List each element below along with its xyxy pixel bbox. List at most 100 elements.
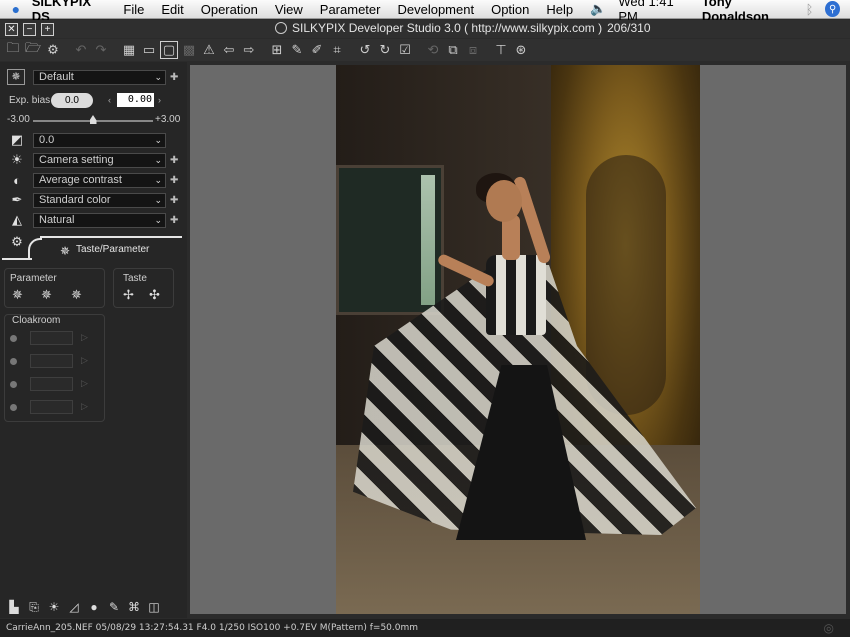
grid-icon[interactable]: ⊞ xyxy=(268,41,286,59)
range-min-label: -3.00 xyxy=(7,114,30,125)
thumbnail-view-icon[interactable]: ▦ xyxy=(120,41,138,59)
histogram-icon[interactable]: ▙ xyxy=(6,600,22,616)
window-title: SILKYPIX Developer Studio 3.0 ( http://w… xyxy=(275,21,651,35)
brush-icon[interactable]: ✎ xyxy=(106,600,122,616)
chevron-down-icon: ⌄ xyxy=(154,194,162,205)
taste-group: Taste ✢ ✣ xyxy=(113,268,174,308)
preset-icon[interactable]: ✵ xyxy=(7,69,25,85)
image-info: CarrieAnn_205.NEF 05/08/29 13:27:54.31 F… xyxy=(6,623,419,633)
cloakroom-slot-3[interactable]: ▷ xyxy=(8,377,98,393)
exp-bias-field[interactable]: 0.00 xyxy=(117,93,154,107)
cloakroom-slot-2[interactable]: ▷ xyxy=(8,354,98,370)
compare-view-icon[interactable]: ▩ xyxy=(180,41,198,59)
gears-icon[interactable]: ⚙ xyxy=(7,234,27,250)
previous-image-icon[interactable]: ⇦ xyxy=(220,41,238,59)
open-file-icon[interactable]: 🗁 xyxy=(24,40,42,59)
paste-parameter-icon[interactable]: ⧉ xyxy=(444,41,462,59)
parameter-icon-2[interactable]: ✵ xyxy=(41,287,52,303)
menu-operation[interactable]: Operation xyxy=(201,2,258,17)
white-balance-dropdown[interactable]: Camera setting ⌄ xyxy=(33,152,166,168)
exp-bias-value[interactable]: 0.0 xyxy=(51,92,93,108)
sharpness-dropdown[interactable]: Natural ⌄ xyxy=(33,212,166,228)
color-value: Standard color xyxy=(39,193,111,206)
white-balance-picker-icon[interactable]: ✐ xyxy=(308,41,326,59)
close-window-button[interactable]: ✕ xyxy=(5,22,18,36)
bluetooth-icon[interactable]: ᛒ xyxy=(806,2,814,17)
undo-icon[interactable]: ↶ xyxy=(72,41,90,59)
cloakroom-slot-4[interactable]: ▷ xyxy=(8,400,98,416)
batch-develop-icon[interactable]: ⊛ xyxy=(512,41,530,59)
sharpness-value: Natural xyxy=(39,213,75,226)
next-image-icon[interactable]: ⇨ xyxy=(240,41,258,59)
open-folder-icon[interactable]: 🗀 xyxy=(4,40,22,59)
toolbar: 🗀 🗁 ⚙ ↶ ↷ ▦ ▭ ▢ ▩ ⚠ ⇦ ⇨ ⊞ ✎ ✐ ⌗ ↺ ↻ ☑ ⟲ … xyxy=(0,39,850,61)
exp-bias-label: Exp. bias xyxy=(9,94,51,106)
exp-bias-increase-icon[interactable]: › xyxy=(158,95,161,105)
bottom-toolbar: ▙ ⎘ ☀ ◿ ● ✎ ⌘ ◫ xyxy=(6,600,162,616)
single-view-icon[interactable]: ▢ xyxy=(160,41,178,59)
exp-bias-slider-thumb[interactable] xyxy=(89,115,97,124)
transform-icon[interactable]: ⌘ xyxy=(126,600,142,616)
apple-menu-icon[interactable]: ● xyxy=(0,1,32,17)
settings-tool-icon[interactable]: ⚙ xyxy=(44,41,62,59)
contrast-adjust-icon[interactable]: ◩ xyxy=(7,132,27,148)
preset-dropdown[interactable]: Default ⌄ xyxy=(33,69,166,85)
lens-icon[interactable]: ◫ xyxy=(146,600,162,616)
exif-icon[interactable]: ⎘ xyxy=(26,600,42,616)
preset-add-icon[interactable]: ✚ xyxy=(170,72,178,83)
white-balance-add-icon[interactable]: ✚ xyxy=(170,155,178,166)
contrast-dropdown[interactable]: 0.0 ⌄ xyxy=(33,132,166,148)
rotate-left-icon[interactable]: ↺ xyxy=(356,41,374,59)
tone-icon[interactable]: ◐ xyxy=(7,173,27,188)
tab-taste-parameter-label: Taste/Parameter xyxy=(76,244,150,255)
volume-icon[interactable]: 🔈 xyxy=(590,1,606,17)
preset-row: ✵ Default ⌄ ✚ xyxy=(0,68,187,86)
tab-taste-parameter[interactable]: ✵ Taste/Parameter xyxy=(40,236,182,260)
spotlight-icon[interactable]: ⚲ xyxy=(825,1,840,17)
resize-grip-icon[interactable]: ◎ xyxy=(824,621,834,635)
color-add-icon[interactable]: ✚ xyxy=(170,195,178,206)
menu-view[interactable]: View xyxy=(275,2,303,17)
parameter-icon-1[interactable]: ✵ xyxy=(12,287,23,303)
redo-icon[interactable]: ↷ xyxy=(92,41,110,59)
mark-icon[interactable]: ☑ xyxy=(396,41,414,59)
exp-bias-decrease-icon[interactable]: ‹ xyxy=(108,95,111,105)
menu-edit[interactable]: Edit xyxy=(161,2,183,17)
menu-help[interactable]: Help xyxy=(546,2,573,17)
menu-development[interactable]: Development xyxy=(397,2,474,17)
preview-area[interactable] xyxy=(190,65,846,614)
taste-icon-1[interactable]: ✢ xyxy=(123,287,134,303)
sphere-icon[interactable]: ● xyxy=(86,600,102,616)
chevron-down-icon: ⌄ xyxy=(154,214,162,225)
gray-balance-icon[interactable]: ✎ xyxy=(288,41,306,59)
minimize-window-button[interactable]: − xyxy=(23,22,36,36)
sharpness-add-icon[interactable]: ✚ xyxy=(170,215,178,226)
sun-icon[interactable]: ☀ xyxy=(7,152,27,168)
crop-icon[interactable]: ⌗ xyxy=(328,41,346,59)
color-brush-icon[interactable]: ✒ xyxy=(7,192,27,208)
tone-add-icon[interactable]: ✚ xyxy=(170,175,178,186)
batch-icon[interactable]: ⧈ xyxy=(464,41,482,59)
menu-file[interactable]: File xyxy=(123,2,144,17)
cloakroom-slot-1[interactable]: ▷ xyxy=(8,331,98,347)
taste-group-title: Taste xyxy=(123,273,147,284)
curve-icon[interactable]: ◿ xyxy=(66,600,82,616)
menu-parameter[interactable]: Parameter xyxy=(320,2,381,17)
develop-icon[interactable]: ⊤ xyxy=(492,41,510,59)
parameter-icon-3[interactable]: ✵ xyxy=(71,287,82,303)
chevron-down-icon: ⌄ xyxy=(154,174,162,185)
tone-dropdown[interactable]: Average contrast ⌄ xyxy=(33,172,166,188)
sync-icon[interactable]: ⟲ xyxy=(424,41,442,59)
color-dropdown[interactable]: Standard color ⌄ xyxy=(33,192,166,208)
brightness-icon[interactable]: ☀ xyxy=(46,600,62,616)
filmstrip-view-icon[interactable]: ▭ xyxy=(140,41,158,59)
taste-icon-2[interactable]: ✣ xyxy=(149,287,160,303)
warning-icon[interactable]: ⚠ xyxy=(200,41,218,59)
chevron-down-icon: ⌄ xyxy=(154,134,162,145)
menu-option[interactable]: Option xyxy=(491,2,529,17)
sharpness-icon[interactable]: ◭ xyxy=(7,212,27,228)
chevron-down-icon: ⌄ xyxy=(154,71,162,82)
photo-preview[interactable] xyxy=(336,65,700,614)
rotate-right-icon[interactable]: ↻ xyxy=(376,41,394,59)
zoom-window-button[interactable]: + xyxy=(41,22,54,36)
